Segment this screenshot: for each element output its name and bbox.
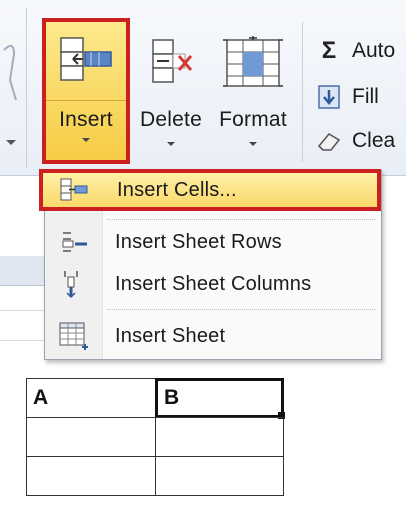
clear-label: Clea bbox=[352, 129, 396, 152]
insert-menu: Insert Cells... Insert Sheet Rows Insert… bbox=[39, 169, 382, 360]
chevron-down-icon[interactable] bbox=[82, 138, 90, 142]
sheet-header-strip bbox=[0, 256, 44, 286]
split-line bbox=[46, 100, 126, 101]
menu-separator bbox=[107, 219, 375, 220]
fill-down-icon bbox=[314, 84, 344, 110]
fill-label: Fill bbox=[352, 85, 379, 108]
menu-item-insert-sheet[interactable]: Insert Sheet bbox=[45, 317, 381, 355]
chevron-down-icon[interactable] bbox=[249, 142, 257, 146]
partial-icon bbox=[3, 44, 17, 101]
autosum-button[interactable]: Σ Auto bbox=[314, 34, 395, 68]
sigma-icon: Σ bbox=[321, 37, 337, 64]
menu-item-insert-cells[interactable]: Insert Cells... bbox=[39, 169, 381, 211]
insert-rows-icon bbox=[45, 229, 103, 255]
menu-item-label: Insert Sheet bbox=[115, 324, 226, 347]
ribbon: Insert Delete Format Σ Auto Fill Clea bbox=[0, 0, 406, 176]
cell[interactable] bbox=[155, 417, 284, 457]
menu-item-insert-sheet-rows[interactable]: Insert Sheet Rows bbox=[45, 223, 381, 261]
menu-item-insert-sheet-columns[interactable]: Insert Sheet Columns bbox=[45, 265, 381, 303]
divider bbox=[302, 22, 303, 162]
clear-button[interactable]: Clea bbox=[314, 124, 395, 158]
cell-b-selected[interactable]: B bbox=[155, 378, 284, 418]
chevron-down-icon[interactable] bbox=[6, 140, 16, 145]
fill-button[interactable]: Fill bbox=[314, 80, 379, 114]
format-icon bbox=[221, 36, 285, 97]
delete-button[interactable]: Delete bbox=[134, 26, 208, 166]
ribbon-left-edge bbox=[0, 0, 24, 176]
menu-item-label: Insert Sheet Rows bbox=[115, 230, 282, 253]
eraser-icon bbox=[314, 128, 344, 154]
insert-cells-icon bbox=[43, 177, 105, 203]
menu-item-label: Insert Cells... bbox=[117, 178, 237, 201]
cell[interactable] bbox=[26, 456, 156, 496]
cell[interactable] bbox=[26, 417, 156, 457]
delete-icon bbox=[143, 36, 199, 93]
cell[interactable] bbox=[155, 456, 284, 496]
cell-grid: A B bbox=[26, 378, 285, 496]
format-button[interactable]: Format bbox=[212, 26, 294, 166]
insert-icon bbox=[55, 36, 117, 91]
insert-label: Insert bbox=[59, 108, 113, 131]
format-label: Format bbox=[219, 108, 287, 131]
cell-a[interactable]: A bbox=[26, 378, 156, 418]
insert-sheet-icon bbox=[45, 321, 103, 351]
insert-columns-icon bbox=[45, 269, 103, 299]
chevron-down-icon[interactable] bbox=[167, 142, 175, 146]
divider bbox=[26, 8, 27, 168]
menu-item-label: Insert Sheet Columns bbox=[115, 272, 312, 295]
delete-label: Delete bbox=[140, 108, 202, 131]
menu-separator bbox=[107, 309, 375, 310]
autosum-label: Auto bbox=[352, 39, 396, 62]
insert-button[interactable]: Insert bbox=[42, 18, 130, 164]
